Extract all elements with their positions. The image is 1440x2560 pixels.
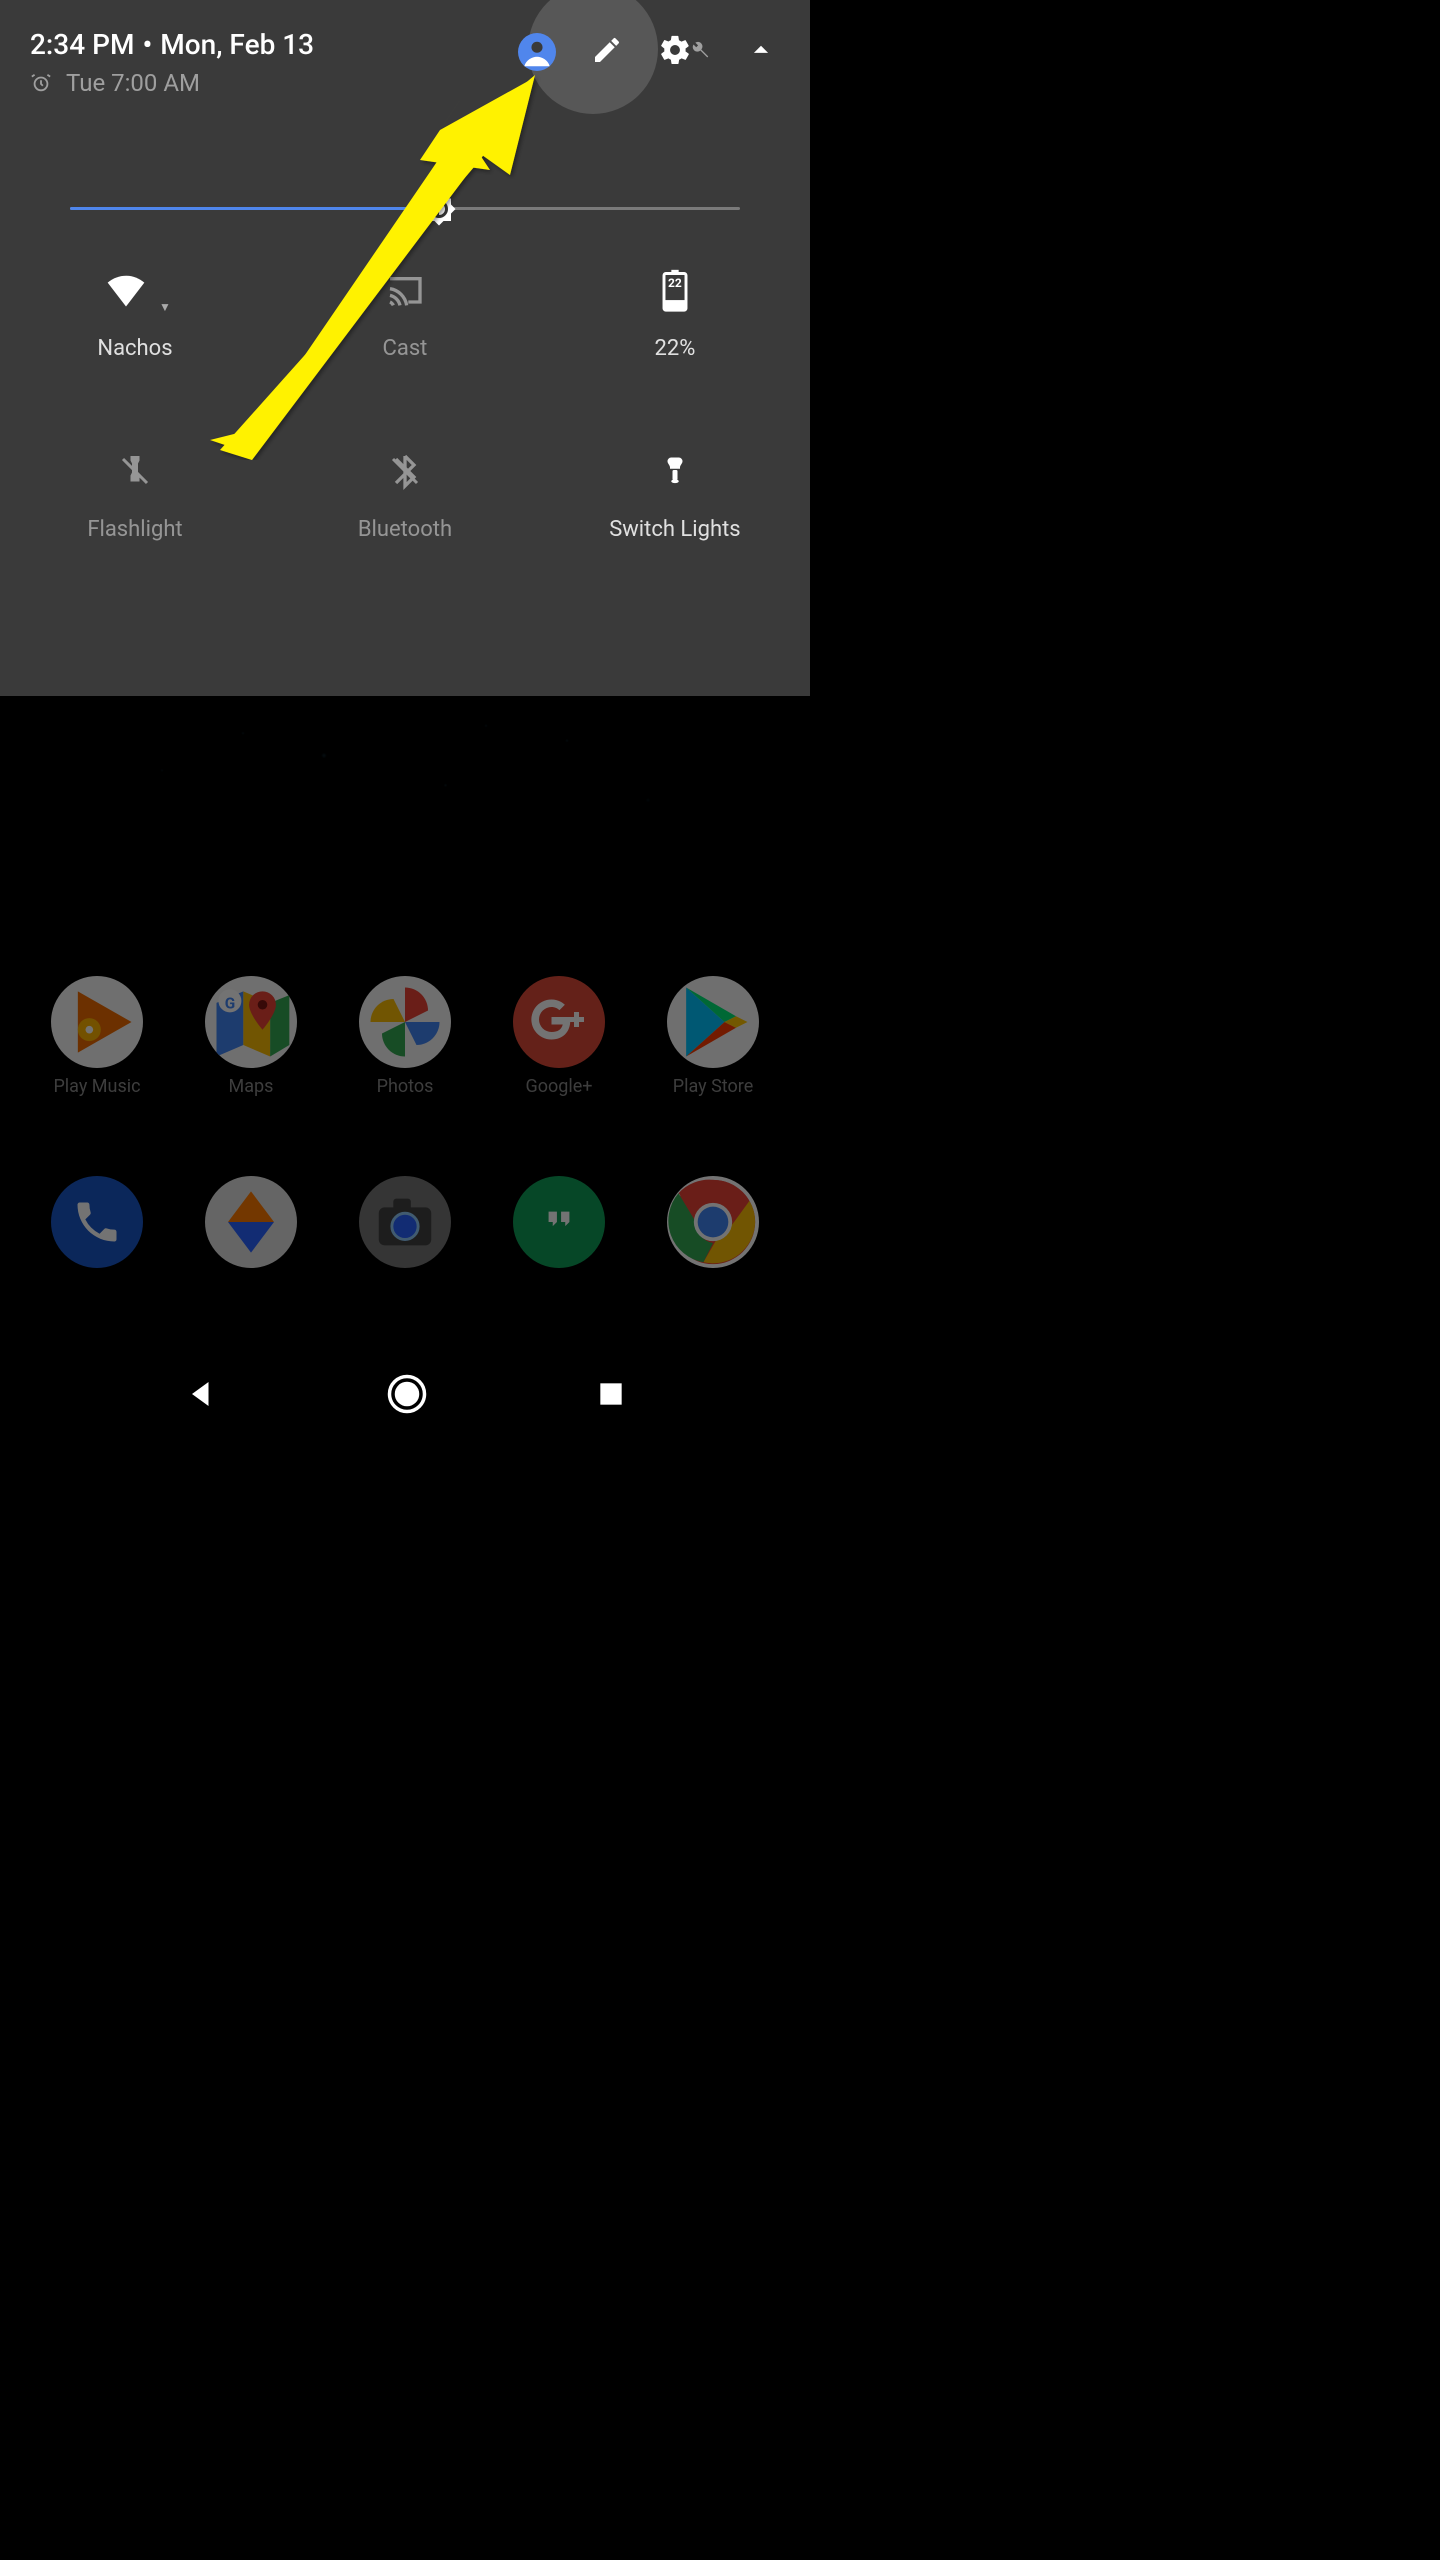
qs-tile-label: Nachos: [97, 336, 172, 361]
date-text: Mon, Feb 13: [160, 28, 314, 61]
brightness-track: [70, 207, 740, 210]
nav-back-button[interactable]: [183, 1376, 219, 1416]
app-label: Play Music: [53, 1076, 140, 1097]
flashlight-off-icon: [117, 449, 153, 497]
app-label: Maps: [229, 1076, 274, 1097]
app-camera[interactable]: [335, 1176, 475, 1268]
qs-tile-wifi[interactable]: ▼ Nachos: [0, 270, 270, 361]
user-profile-button[interactable]: [518, 33, 556, 71]
home-app-row: Play Music G Maps Photos: [0, 976, 810, 1097]
gear-icon: [658, 33, 692, 71]
app-phone[interactable]: [27, 1176, 167, 1268]
home-screen: Play Music G Maps Photos: [0, 696, 810, 1440]
brightness-thumb[interactable]: [421, 191, 457, 227]
edit-tiles-button[interactable]: [588, 33, 626, 71]
qs-tile-label: Bluetooth: [358, 517, 452, 542]
qs-tile-label: Flashlight: [87, 517, 182, 542]
time-date-row[interactable]: 2:34 PM • Mon, Feb 13: [30, 28, 314, 61]
time-text: 2:34 PM: [30, 28, 134, 61]
qs-tile-label: Cast: [383, 336, 428, 361]
wifi-icon: [99, 268, 153, 316]
brightness-fill: [70, 207, 439, 210]
app-photos[interactable]: Photos: [335, 976, 475, 1097]
nav-home-button[interactable]: [386, 1373, 428, 1419]
qs-tile-cast[interactable]: Cast: [270, 270, 540, 361]
next-alarm-row[interactable]: Tue 7:00 AM: [30, 69, 314, 97]
app-label: Photos: [377, 1076, 434, 1097]
qs-tile-label: 22%: [655, 336, 696, 361]
alarm-text: Tue 7:00 AM: [66, 69, 200, 97]
qs-header: 2:34 PM • Mon, Feb 13 Tue 7:00 AM: [0, 0, 810, 97]
qs-tile-label: Switch Lights: [609, 517, 740, 542]
qs-tiles-grid: ▼ Nachos Cast: [0, 210, 810, 632]
battery-icon: 22: [662, 268, 688, 316]
cast-icon: [383, 272, 427, 316]
svg-text:G: G: [225, 995, 235, 1013]
time-date-separator: •: [142, 28, 152, 61]
bluetooth-off-icon: [387, 449, 423, 497]
qs-tile-switchlights[interactable]: Switch Lights: [540, 451, 810, 542]
brightness-slider[interactable]: [0, 97, 810, 210]
qs-header-left: 2:34 PM • Mon, Feb 13 Tue 7:00 AM: [30, 28, 314, 97]
qs-header-right: [518, 28, 780, 76]
qs-tile-bluetooth[interactable]: Bluetooth: [270, 451, 540, 542]
app-google-plus[interactable]: Google+: [489, 976, 629, 1097]
app-maps[interactable]: G Maps: [181, 976, 321, 1097]
battery-value-text: 22: [662, 276, 688, 290]
wrench-icon: [688, 39, 710, 65]
app-play-store[interactable]: Play Store: [643, 976, 783, 1097]
pencil-icon: [591, 34, 623, 70]
lightbulb-icon: [660, 447, 690, 497]
alarm-clock-icon: [30, 72, 52, 94]
quick-settings-panel: 2:34 PM • Mon, Feb 13 Tue 7:00 AM: [0, 0, 810, 696]
navigation-bar: [0, 1352, 810, 1440]
settings-button[interactable]: [658, 33, 710, 71]
caret-down-icon: ▼: [159, 300, 171, 314]
app-hangouts[interactable]: [489, 1176, 629, 1268]
nav-recents-button[interactable]: [595, 1378, 627, 1414]
home-dock-row: [0, 1176, 810, 1268]
app-label: Play Store: [673, 1076, 754, 1097]
chevron-up-icon: [744, 33, 778, 71]
app-play-music[interactable]: Play Music: [27, 976, 167, 1097]
qs-tile-flashlight[interactable]: Flashlight: [0, 451, 270, 542]
app-chrome[interactable]: [643, 1176, 783, 1268]
app-unknown-triangles[interactable]: [181, 1176, 321, 1268]
app-label: Google+: [525, 1076, 592, 1097]
qs-tile-battery[interactable]: 22 22%: [540, 270, 810, 361]
collapse-panel-button[interactable]: [742, 33, 780, 71]
